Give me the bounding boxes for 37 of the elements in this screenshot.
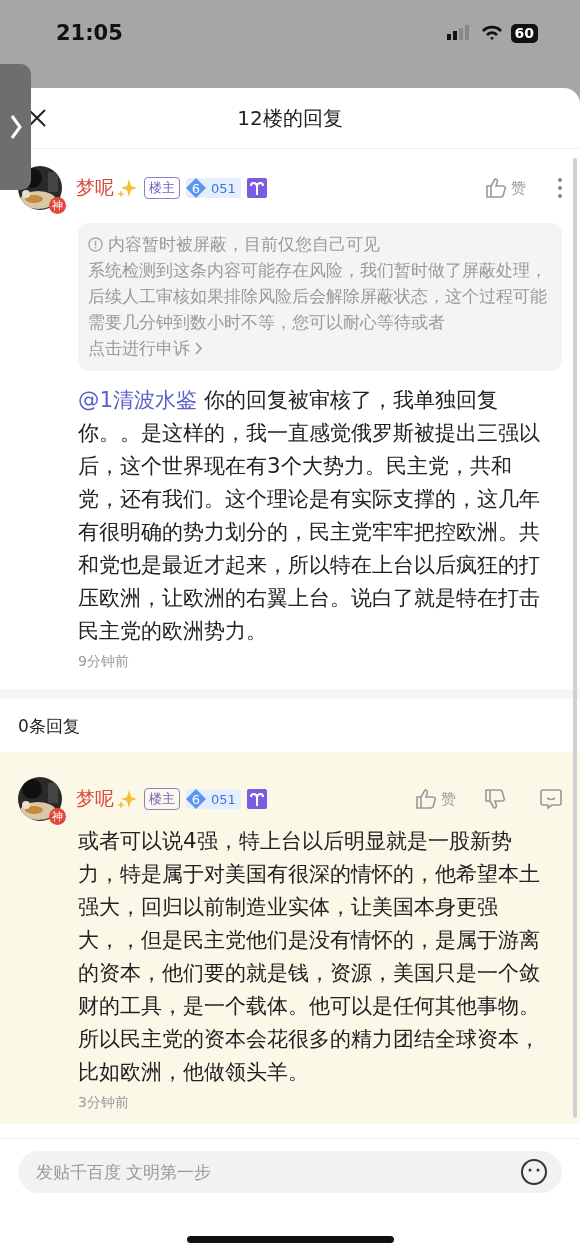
level-badge: 6 051	[186, 178, 241, 198]
like-button[interactable]: 赞	[485, 177, 526, 199]
battery-level: 60	[510, 23, 538, 43]
like-button[interactable]: 赞	[415, 788, 456, 810]
comment-field[interactable]: 发贴千百度 文明第一步	[18, 1151, 562, 1193]
wifi-icon	[480, 25, 503, 41]
aries-icon	[246, 178, 267, 198]
aries-icon	[246, 789, 267, 809]
owner-badge: 楼主	[144, 177, 180, 199]
thumbs-down-icon[interactable]	[484, 788, 506, 810]
alert-icon	[88, 236, 103, 252]
appeal-link[interactable]: 点击进行申诉	[88, 335, 203, 361]
mention-link[interactable]: @1清波水鉴	[78, 387, 197, 412]
emoji-icon[interactable]	[520, 1158, 548, 1186]
user-name[interactable]: 梦呢	[76, 786, 114, 812]
comment-text: @1清波水鉴 你的回复被审核了，我单独回复你。。是这样的，我一直感觉俄罗斯被提出三强以后，这个世界现在有3个大势力。民主党，共和党，还有我们。这个理论是有实际支撑的，这几年有很明确的势力划分的，民主党牢牢把控欧洲。共和党也是最近才起来，所以特在上台以后疯狂的打压欧洲，让欧洲的右翼上台。说白了就是特在打击民主党的欧洲势力。	[78, 386, 541, 645]
close-icon[interactable]	[28, 109, 46, 127]
owner-badge: 楼主	[144, 788, 180, 810]
status-time: 21:05	[56, 21, 124, 45]
notice-text: 系统检测到这条内容可能存在风险，我们暂时做了屏蔽处理，后续人工审核如果排除风险后会解除屏蔽状态，这个过程可能需要几分钟到数小时不等，您可以耐心等待或者 点击进行申诉	[88, 257, 552, 361]
level-badge: 6 051	[186, 789, 241, 809]
post-time: 3分钟前	[78, 1094, 130, 1112]
notice-title: 内容暂时被屏蔽，目前仅您自己可见	[108, 233, 380, 256]
chevron-right-icon	[9, 114, 22, 140]
avatar-badge: 神	[49, 808, 66, 825]
comment-input[interactable]: 发贴千百度 文明第一步	[36, 1157, 520, 1187]
more-icon[interactable]	[558, 178, 562, 198]
comment-text: 或者可以说4强，特上台以后明显就是一股新势力，特是属于对美国有很深的情怀的，他希望本土强大，回归以前制造业实体，让美国本身更强大，，但是民主党他们是没有情怀的，是属于游离的资本，他们要的就是钱，资源，美国只是一个敛财的工具，是一个载体。他可以是任何其他事物。所以民主党的资本会花很多的精力团结全球资本，比如欧洲，他做领头羊。	[78, 827, 541, 1086]
chevron-right-icon	[194, 341, 203, 355]
comment-icon[interactable]	[540, 788, 562, 810]
sheet-title: 12楼的回复	[237, 104, 343, 132]
thumbs-up-icon	[485, 177, 507, 199]
post-time: 9分钟前	[78, 653, 130, 671]
avatar-badge: 神	[49, 197, 66, 214]
thumbs-up-icon	[415, 788, 437, 810]
user-name[interactable]: 梦呢	[76, 175, 114, 201]
reply-count: 0条回复	[17, 715, 81, 738]
